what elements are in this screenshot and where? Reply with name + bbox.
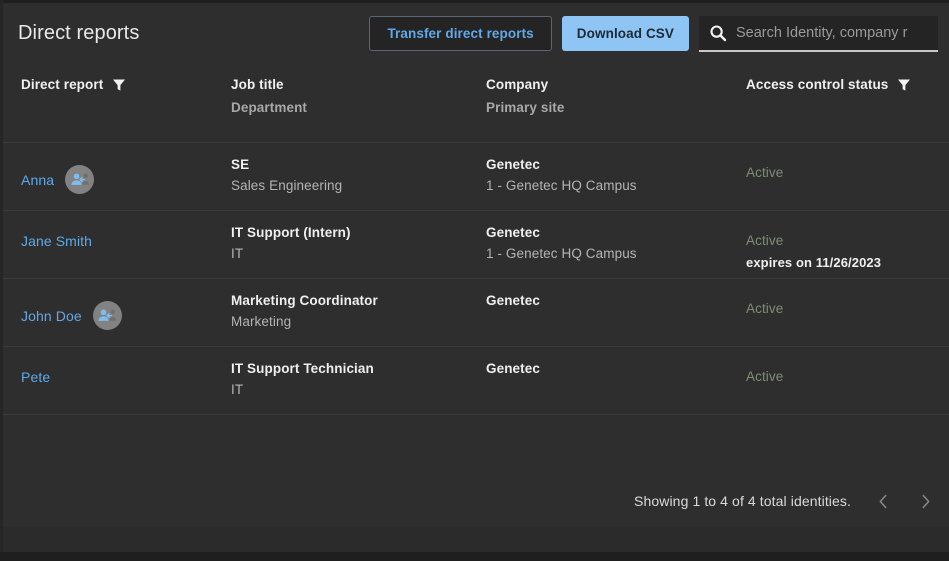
- direct-report-link[interactable]: Jane Smith: [21, 233, 92, 249]
- status-badge: Active: [746, 233, 881, 248]
- department: Sales Engineering: [231, 178, 342, 193]
- direct-report-link[interactable]: John Doe: [21, 308, 82, 324]
- primary-site: 1 - Genetec HQ Campus: [486, 246, 637, 261]
- person-transfer-icon: [93, 301, 122, 330]
- filter-icon[interactable]: [112, 78, 126, 92]
- direct-reports-table: Direct report Job title Department: [3, 68, 949, 552]
- job-title: Marketing Coordinator: [231, 293, 378, 308]
- column-header-label: Company: [486, 77, 548, 92]
- company-cell: Genetec: [486, 293, 540, 314]
- column-header-label: Access control status: [746, 77, 888, 92]
- filter-icon[interactable]: [897, 78, 911, 92]
- direct-report-link[interactable]: Anna: [21, 172, 54, 188]
- company-cell: Genetec 1 - Genetec HQ Campus: [486, 225, 637, 261]
- job-title: IT Support (Intern): [231, 225, 351, 240]
- previous-page-button[interactable]: [873, 489, 893, 513]
- department: IT: [231, 382, 374, 397]
- direct-report-link[interactable]: Pete: [21, 369, 50, 385]
- chevron-left-icon: [877, 493, 890, 510]
- company: Genetec: [486, 293, 540, 308]
- direct-report-cell: John Doe: [21, 301, 122, 330]
- access-control-status-cell: Active: [746, 165, 783, 180]
- status-badge: Active: [746, 301, 783, 316]
- chevron-right-icon: [919, 493, 932, 510]
- company-cell: Genetec 1 - Genetec HQ Campus: [486, 157, 637, 193]
- job-title: IT Support Technician: [231, 361, 374, 376]
- status-badge: Active: [746, 165, 783, 180]
- company: Genetec: [486, 157, 637, 172]
- direct-report-cell: Anna: [21, 165, 94, 194]
- primary-site: 1 - Genetec HQ Campus: [486, 178, 637, 193]
- transfer-direct-reports-button[interactable]: Transfer direct reports: [369, 16, 551, 51]
- table-row[interactable]: Jane Smith IT Support (Intern) IT Genete…: [3, 211, 949, 279]
- company: Genetec: [486, 361, 540, 376]
- next-page-button[interactable]: [915, 489, 935, 513]
- access-control-status-cell: Active: [746, 369, 783, 384]
- pagination: Showing 1 to 4 of 4 total identities.: [634, 489, 935, 513]
- direct-reports-panel: Direct reports Transfer direct reports D…: [3, 3, 949, 527]
- download-csv-button[interactable]: Download CSV: [562, 16, 689, 51]
- page-title: Direct reports: [18, 22, 139, 45]
- header-actions: Transfer direct reports Download CSV: [369, 16, 938, 52]
- column-header-direct-report: Direct report: [21, 77, 126, 92]
- company-cell: Genetec: [486, 361, 540, 382]
- status-badge: Active: [746, 369, 783, 384]
- search-input[interactable]: [736, 18, 938, 48]
- column-header-access-control-status: Access control status: [746, 77, 911, 92]
- job-title-cell: SE Sales Engineering: [231, 157, 342, 193]
- window-bottom-edge: [0, 552, 949, 561]
- table-row[interactable]: John Doe Marketing Coordinator Marketin: [3, 279, 949, 347]
- person-transfer-icon: [65, 165, 94, 194]
- access-control-status-cell: Active: [746, 301, 783, 316]
- job-title-cell: Marketing Coordinator Marketing: [231, 293, 378, 329]
- direct-report-cell: Pete: [21, 369, 50, 385]
- job-title-cell: IT Support Technician IT: [231, 361, 374, 397]
- department: Marketing: [231, 314, 378, 329]
- pagination-summary: Showing 1 to 4 of 4 total identities.: [634, 493, 851, 509]
- access-control-status-cell: Active expires on 11/26/2023: [746, 233, 881, 270]
- column-header-company: Company Primary site: [486, 77, 565, 115]
- table-row[interactable]: Anna SE Sales Engineering: [3, 143, 949, 211]
- direct-reports-window: Direct reports Transfer direct reports D…: [0, 0, 949, 561]
- job-title: SE: [231, 157, 342, 172]
- table-header-row: Direct report Job title Department: [3, 68, 949, 143]
- panel-header: Direct reports Transfer direct reports D…: [3, 3, 949, 68]
- company: Genetec: [486, 225, 637, 240]
- job-title-cell: IT Support (Intern) IT: [231, 225, 351, 261]
- column-header-job-title: Job title Department: [231, 77, 307, 115]
- column-subheader-primary-site: Primary site: [486, 100, 565, 115]
- search-icon: [709, 24, 727, 42]
- search-box[interactable]: [699, 16, 938, 52]
- department: IT: [231, 246, 351, 261]
- column-header-label: Direct report: [21, 77, 103, 92]
- column-subheader-department: Department: [231, 100, 307, 115]
- direct-report-cell: Jane Smith: [21, 233, 92, 249]
- column-header-label: Job title: [231, 77, 284, 92]
- table-row[interactable]: Pete IT Support Technician IT Genetec Ac…: [3, 347, 949, 415]
- table-footer: Showing 1 to 4 of 4 total identities.: [3, 415, 949, 552]
- status-expiry: expires on 11/26/2023: [746, 255, 881, 270]
